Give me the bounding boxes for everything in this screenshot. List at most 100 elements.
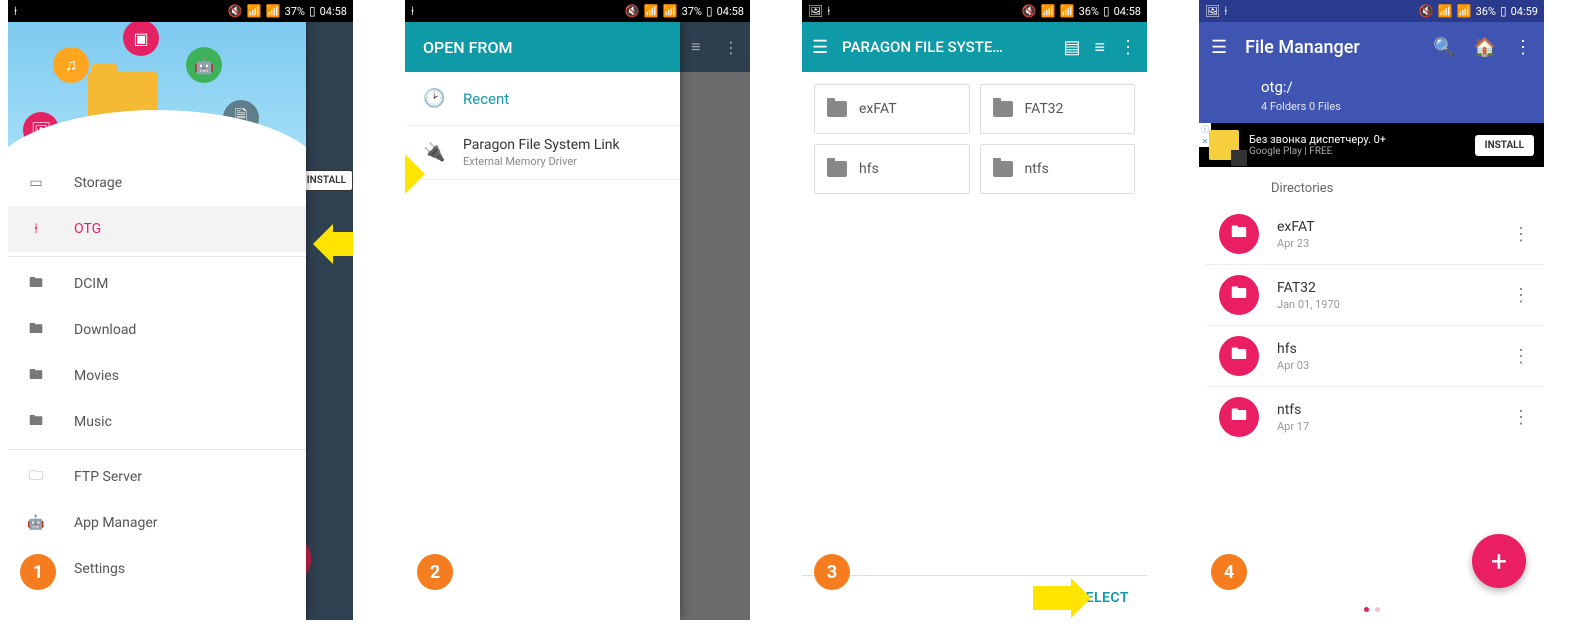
item-overflow-icon[interactable]: ⋮ bbox=[1512, 224, 1530, 245]
item-name: exFAT bbox=[1277, 219, 1494, 235]
battery-icon: ▯ bbox=[1103, 4, 1110, 18]
ad-install-button[interactable]: INSTALL bbox=[1475, 135, 1534, 156]
drawer-item-music[interactable]: 🖿 Music bbox=[8, 399, 306, 445]
install-button-bg[interactable]: INSTALL bbox=[300, 170, 353, 191]
folder-icon: 🖿 bbox=[26, 318, 46, 342]
drawer-item-app-manager[interactable]: 🤖 App Manager bbox=[8, 500, 306, 546]
item-date: Apr 03 bbox=[1277, 359, 1494, 372]
folder-tile-exfat[interactable]: exFAT bbox=[814, 84, 970, 134]
battery-text: 37% bbox=[285, 5, 305, 18]
image-icon: 🖼 bbox=[1205, 4, 1220, 18]
drawer-item-movies[interactable]: 🖿 Movies bbox=[8, 353, 306, 399]
drawer-item-dcim[interactable]: 🖿 DCIM bbox=[8, 261, 306, 307]
item-overflow-icon[interactable]: ⋮ bbox=[1512, 407, 1530, 428]
drawer-item-storage[interactable]: ▭ Storage bbox=[8, 160, 306, 206]
app-bar-title: PARAGON FILE SYSTE… bbox=[842, 38, 1049, 56]
battery-icon: ▯ bbox=[309, 4, 316, 18]
folder-icon: 🖿 bbox=[26, 364, 46, 388]
status-bar: ⍿ 🔇 📶 📶 37% ▯ 04:58 bbox=[8, 0, 353, 22]
folder-icon bbox=[993, 161, 1013, 177]
app-bar: ☰ File Mananger 🔍 🏠 ⋮ otg:/ 4 Folders 0 … bbox=[1199, 22, 1544, 123]
folder-label: ntfs bbox=[1025, 161, 1049, 177]
path-text: otg:/ bbox=[1211, 72, 1532, 100]
clock-text: 04:58 bbox=[717, 5, 744, 18]
folder-label: FAT32 bbox=[1025, 101, 1064, 117]
provider-title: Paragon File System Link bbox=[463, 137, 620, 153]
ad-thumbnail bbox=[1209, 130, 1239, 160]
clock-text: 04:58 bbox=[320, 5, 347, 18]
music-icon: ♫ bbox=[53, 47, 89, 83]
search-icon[interactable]: 🔍 bbox=[1433, 37, 1455, 58]
paragon-provider-row[interactable]: 🔌 Paragon File System Link External Memo… bbox=[405, 126, 680, 180]
folder-icon bbox=[827, 101, 847, 117]
recent-row[interactable]: 🕑 Recent bbox=[405, 72, 680, 126]
status-bar: 🖼⍿ 🔇 📶 📶 36% ▯ 04:59 bbox=[1199, 0, 1544, 22]
recent-label: Recent bbox=[463, 90, 509, 108]
folder-tile-hfs[interactable]: hfs bbox=[814, 144, 970, 194]
item-overflow-icon[interactable]: ⋮ bbox=[1512, 346, 1530, 367]
list-item-exfat[interactable]: 🖿 exFAT Apr 23 ⋮ bbox=[1205, 204, 1544, 265]
open-from-header: OPEN FROM bbox=[405, 22, 680, 72]
usb-icon: ⍿ bbox=[1224, 4, 1227, 19]
paragon-icon: 🔌 bbox=[423, 142, 445, 163]
path-subtitle: 4 Folders 0 Files bbox=[1211, 100, 1532, 123]
background-panel bbox=[306, 22, 353, 620]
list-item-hfs[interactable]: 🖿 hfs Apr 03 ⋮ bbox=[1205, 326, 1544, 387]
drawer-label: Settings bbox=[74, 561, 125, 577]
step-badge: 1 bbox=[20, 554, 56, 590]
page-indicator bbox=[1364, 607, 1380, 612]
clock-text: 04:59 bbox=[1511, 5, 1538, 18]
scrim[interactable] bbox=[680, 22, 750, 620]
screen-4: 🖼⍿ 🔇 📶 📶 36% ▯ 04:59 ☰ File Mananger 🔍 🏠… bbox=[1199, 0, 1544, 620]
section-header: Directories bbox=[1199, 167, 1544, 204]
item-date: Apr 17 bbox=[1277, 420, 1494, 433]
footer-bar: SELECT bbox=[802, 575, 1147, 620]
grid-view-icon[interactable]: ▤ bbox=[1063, 37, 1080, 58]
folder-icon bbox=[827, 161, 847, 177]
item-overflow-icon[interactable]: ⋮ bbox=[1512, 285, 1530, 306]
fab-add-button[interactable]: + bbox=[1472, 534, 1526, 588]
list-item-ntfs[interactable]: 🖿 ntfs Apr 17 ⋮ bbox=[1205, 387, 1544, 447]
app-bar: ☰ PARAGON FILE SYSTE… ▤ ≡ ⋮ bbox=[802, 22, 1147, 72]
mute-icon: 🔇 bbox=[228, 4, 243, 18]
item-name: hfs bbox=[1277, 341, 1494, 357]
home-icon[interactable]: 🏠 bbox=[1474, 37, 1496, 58]
signal-icon: 📶 bbox=[266, 4, 281, 18]
overflow-icon[interactable]: ⋮ bbox=[723, 38, 739, 57]
folder-icon: 🖿 bbox=[1219, 275, 1259, 315]
sort-icon[interactable]: ≡ bbox=[1094, 37, 1105, 58]
folder-tile-ntfs[interactable]: ntfs bbox=[980, 144, 1136, 194]
overflow-icon[interactable]: ⋮ bbox=[1119, 37, 1137, 58]
android-icon: 🤖 bbox=[26, 515, 46, 531]
usb-icon: ⍿ bbox=[14, 4, 17, 19]
usb-icon: ⍿ bbox=[827, 4, 830, 19]
ad-subtitle: Google Play | FREE bbox=[1249, 146, 1465, 157]
mute-icon: 🔇 bbox=[1022, 4, 1037, 18]
screen-3: 🖼⍿ 🔇 📶 📶 36% ▯ 04:58 ☰ PARAGON FILE SYST… bbox=[802, 0, 1147, 620]
sort-icon[interactable]: ≡ bbox=[691, 37, 700, 57]
item-date: Jan 01, 1970 bbox=[1277, 298, 1494, 311]
clock-text: 04:58 bbox=[1114, 5, 1141, 18]
overflow-icon[interactable]: ⋮ bbox=[1514, 37, 1532, 58]
folder-label: exFAT bbox=[859, 101, 897, 117]
step-badge: 3 bbox=[814, 554, 850, 590]
drawer-label: Download bbox=[74, 322, 136, 338]
folder-icon: 🖿 bbox=[1219, 336, 1259, 376]
drawer-item-download[interactable]: 🖿 Download bbox=[8, 307, 306, 353]
image-icon: 🖼 bbox=[808, 4, 823, 18]
hamburger-icon[interactable]: ☰ bbox=[1211, 37, 1227, 58]
list-item-fat32[interactable]: 🖿 FAT32 Jan 01, 1970 ⋮ bbox=[1205, 265, 1544, 326]
step-badge: 2 bbox=[417, 554, 453, 590]
folder-tile-fat32[interactable]: FAT32 bbox=[980, 84, 1136, 134]
step-badge: 4 bbox=[1211, 554, 1247, 590]
battery-icon: ▯ bbox=[706, 4, 713, 18]
screen-1: ⍿ 🔇 📶 📶 37% ▯ 04:58 INSTALL + ▣ ♫ 🤖 🗎 🖼 … bbox=[8, 0, 353, 620]
ad-banner[interactable]: ⓘ✕ Без звонка диспетчеру. 0+ Google Play… bbox=[1199, 123, 1544, 167]
ftp-icon: 🗀 bbox=[26, 465, 46, 489]
drawer-item-otg[interactable]: ⍿ OTG bbox=[8, 206, 306, 252]
mute-icon: 🔇 bbox=[1419, 4, 1434, 18]
hamburger-icon[interactable]: ☰ bbox=[812, 37, 828, 58]
drawer-label: Storage bbox=[74, 175, 122, 191]
drawer-item-ftp[interactable]: 🗀 FTP Server bbox=[8, 454, 306, 500]
ad-headline: Без звонка диспетчеру. 0+ bbox=[1249, 133, 1465, 146]
